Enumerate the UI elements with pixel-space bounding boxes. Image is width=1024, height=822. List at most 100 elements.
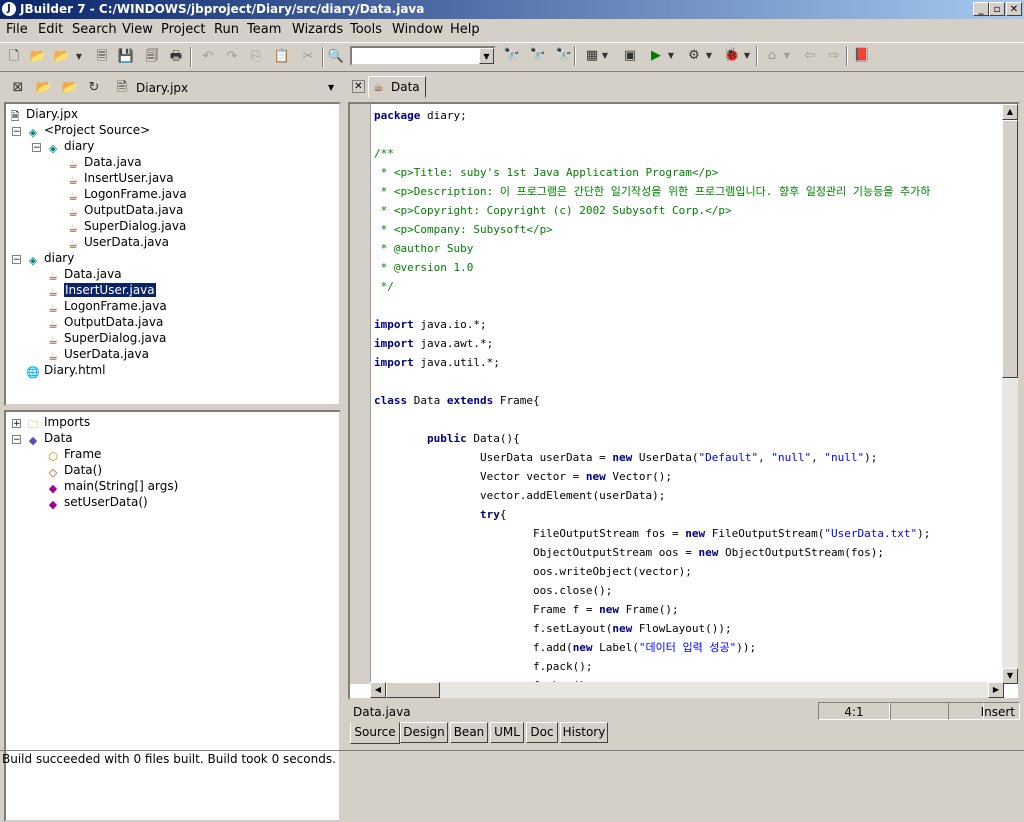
menu-file[interactable]: File <box>6 22 28 37</box>
home-dropdown-icon[interactable]: ▼ <box>782 46 792 66</box>
find-classes-icon[interactable]: 🔭 <box>528 46 548 66</box>
vertical-scrollbar[interactable]: ▲ ▼ <box>1002 104 1018 684</box>
tab-doc[interactable]: Doc <box>526 722 558 743</box>
close-project-icon[interactable]: ⊠ <box>8 78 28 98</box>
back-icon[interactable]: ⇦ <box>800 46 820 66</box>
tree-node-project[interactable]: 🗎 Diary.jpx <box>8 106 79 123</box>
help-book-icon[interactable]: 📕 <box>852 46 872 66</box>
horizontal-scrollbar[interactable]: ◀ ▶ <box>370 682 1004 698</box>
tree-node-file[interactable]: ☕ Data.java <box>46 266 122 283</box>
search-again-icon[interactable]: 🔭 <box>502 46 522 66</box>
code-line[interactable]: * <p>Copyright: Copyright (c) 2002 Subys… <box>374 201 930 220</box>
code-line[interactable] <box>374 296 930 315</box>
menu-view[interactable]: View <box>122 22 153 37</box>
print-icon[interactable]: 🖶 <box>166 47 186 67</box>
maximize-button[interactable]: ▫ <box>989 2 1005 16</box>
scroll-right-icon[interactable]: ▶ <box>988 682 1004 698</box>
code-line[interactable]: package diary; <box>374 106 930 125</box>
close-button[interactable]: ✕ <box>1006 2 1022 16</box>
tree-node-file[interactable]: ☕ InsertUser.java <box>66 170 174 187</box>
tree-node-file-selected[interactable]: ☕ InsertUser.java <box>46 282 156 299</box>
project-selector[interactable]: Diary.jpx <box>136 81 188 95</box>
forward-icon[interactable]: ⇨ <box>824 46 844 66</box>
run-dropdown-icon[interactable]: ▼ <box>666 46 676 66</box>
scroll-left-icon[interactable]: ◀ <box>370 682 386 698</box>
undo-icon[interactable]: ↶ <box>198 47 218 67</box>
code-line[interactable] <box>374 410 930 429</box>
jbuilder-icon[interactable]: J <box>2 2 16 16</box>
tree-node-file[interactable]: ☕ LogonFrame.java <box>66 186 187 203</box>
code-line[interactable]: oos.writeObject(vector); <box>374 562 930 581</box>
close-file-icon[interactable]: 🗏 <box>92 47 112 67</box>
optimize-icon[interactable]: 🐞 <box>722 46 742 66</box>
menu-tools[interactable]: Tools <box>350 22 382 37</box>
menu-run[interactable]: Run <box>214 22 239 37</box>
optimize-dropdown-icon[interactable]: ▼ <box>742 46 752 66</box>
code-text[interactable]: package diary; /** * <p>Title: suby's 1s… <box>374 106 930 695</box>
collapse-icon[interactable]: − <box>12 255 21 265</box>
tree-node-file[interactable]: ☕ LogonFrame.java <box>46 298 167 315</box>
tree-node-package[interactable]: ◈ diary <box>46 138 95 155</box>
code-line[interactable]: Frame f = new Frame(); <box>374 600 930 619</box>
reopen-icon[interactable]: 📂 <box>52 47 72 67</box>
editor-gutter[interactable] <box>350 104 371 684</box>
code-line[interactable]: f.pack(); <box>374 657 930 676</box>
tree-node-package[interactable]: ◈ diary <box>26 250 75 267</box>
structure-member[interactable]: ◆ setUserData() <box>46 494 148 511</box>
add-files-icon[interactable]: 📂 <box>34 78 54 98</box>
code-line[interactable]: try{ <box>374 505 930 524</box>
code-line[interactable] <box>374 372 930 391</box>
tree-node-file[interactable]: ☕ OutputData.java <box>66 202 183 219</box>
search-combo[interactable]: ▼ <box>350 46 496 66</box>
redo-icon[interactable]: ↷ <box>222 47 242 67</box>
expand-icon[interactable]: + <box>12 419 21 429</box>
horizontal-scroll-thumb[interactable] <box>386 682 440 698</box>
structure-class[interactable]: ◆ Data <box>26 430 73 447</box>
minimize-button[interactable]: _ <box>973 2 989 16</box>
structure-member[interactable]: ◆ main(String[] args) <box>46 478 179 495</box>
menu-project[interactable]: Project <box>161 22 205 37</box>
tree-node-file[interactable]: ☕ OutputData.java <box>46 314 163 331</box>
debug-dropdown-icon[interactable]: ▼ <box>704 46 714 66</box>
tree-node-file[interactable]: ☕ UserData.java <box>46 346 149 363</box>
collapse-icon[interactable]: − <box>32 143 41 153</box>
code-line[interactable]: Vector vector = new Vector(); <box>374 467 930 486</box>
code-line[interactable]: class Data extends Frame{ <box>374 391 930 410</box>
cut-icon[interactable]: ✂ <box>298 47 318 67</box>
save-icon[interactable]: 💾 <box>116 47 136 67</box>
combo-dropdown-icon[interactable]: ▼ <box>479 48 494 64</box>
code-line[interactable]: * <p>Company: Subysoft</p> <box>374 220 930 239</box>
menu-help[interactable]: Help <box>450 22 480 37</box>
remove-files-icon[interactable]: 📂 <box>60 78 80 98</box>
structure-imports[interactable]: 🗀 Imports <box>26 414 91 431</box>
code-line[interactable]: f.add(new Label("데이터 입력 성공")); <box>374 638 930 657</box>
run-icon[interactable]: ▶ <box>646 46 666 66</box>
tab-data-java[interactable]: ☕ Data <box>368 76 426 98</box>
tree-node-file[interactable]: ☕ SuperDialog.java <box>66 218 186 235</box>
collapse-icon[interactable]: − <box>12 127 21 137</box>
collapse-icon[interactable]: − <box>12 435 21 445</box>
tree-node-html[interactable]: 🌐 Diary.html <box>26 362 105 379</box>
code-line[interactable]: * <p>Description: 이 프로그램은 간단한 일기작성을 위한 프… <box>374 182 931 201</box>
code-line[interactable] <box>374 125 930 144</box>
code-line[interactable]: vector.addElement(userData); <box>374 486 930 505</box>
make-dropdown-icon[interactable]: ▼ <box>600 46 610 66</box>
code-line[interactable]: f.setLayout(new FlowLayout()); <box>374 619 930 638</box>
copy-icon[interactable]: ⎘ <box>246 47 266 67</box>
home-icon[interactable]: ⌂ <box>762 46 782 66</box>
open-icon[interactable]: 📂 <box>28 47 48 67</box>
menu-edit[interactable]: Edit <box>38 22 63 37</box>
tab-design[interactable]: Design <box>400 722 448 743</box>
save-all-icon[interactable]: 🗐 <box>142 47 162 67</box>
debug-icon[interactable]: ⚙ <box>684 46 704 66</box>
find-icon[interactable]: 🔍 <box>326 47 346 67</box>
code-line[interactable]: public Data(){ <box>374 429 930 448</box>
code-line[interactable]: FileOutputStream fos = new FileOutputStr… <box>374 524 930 543</box>
code-line[interactable]: UserData userData = new UserData("Defaul… <box>374 448 930 467</box>
menu-window[interactable]: Window <box>392 22 443 37</box>
menu-wizards[interactable]: Wizards <box>292 22 343 37</box>
structure-member[interactable]: ⬡ Frame <box>46 446 101 463</box>
tree-node-file[interactable]: ☕ Data.java <box>66 154 142 171</box>
scroll-up-icon[interactable]: ▲ <box>1002 104 1018 120</box>
project-dropdown-icon[interactable]: ▼ <box>328 83 334 92</box>
